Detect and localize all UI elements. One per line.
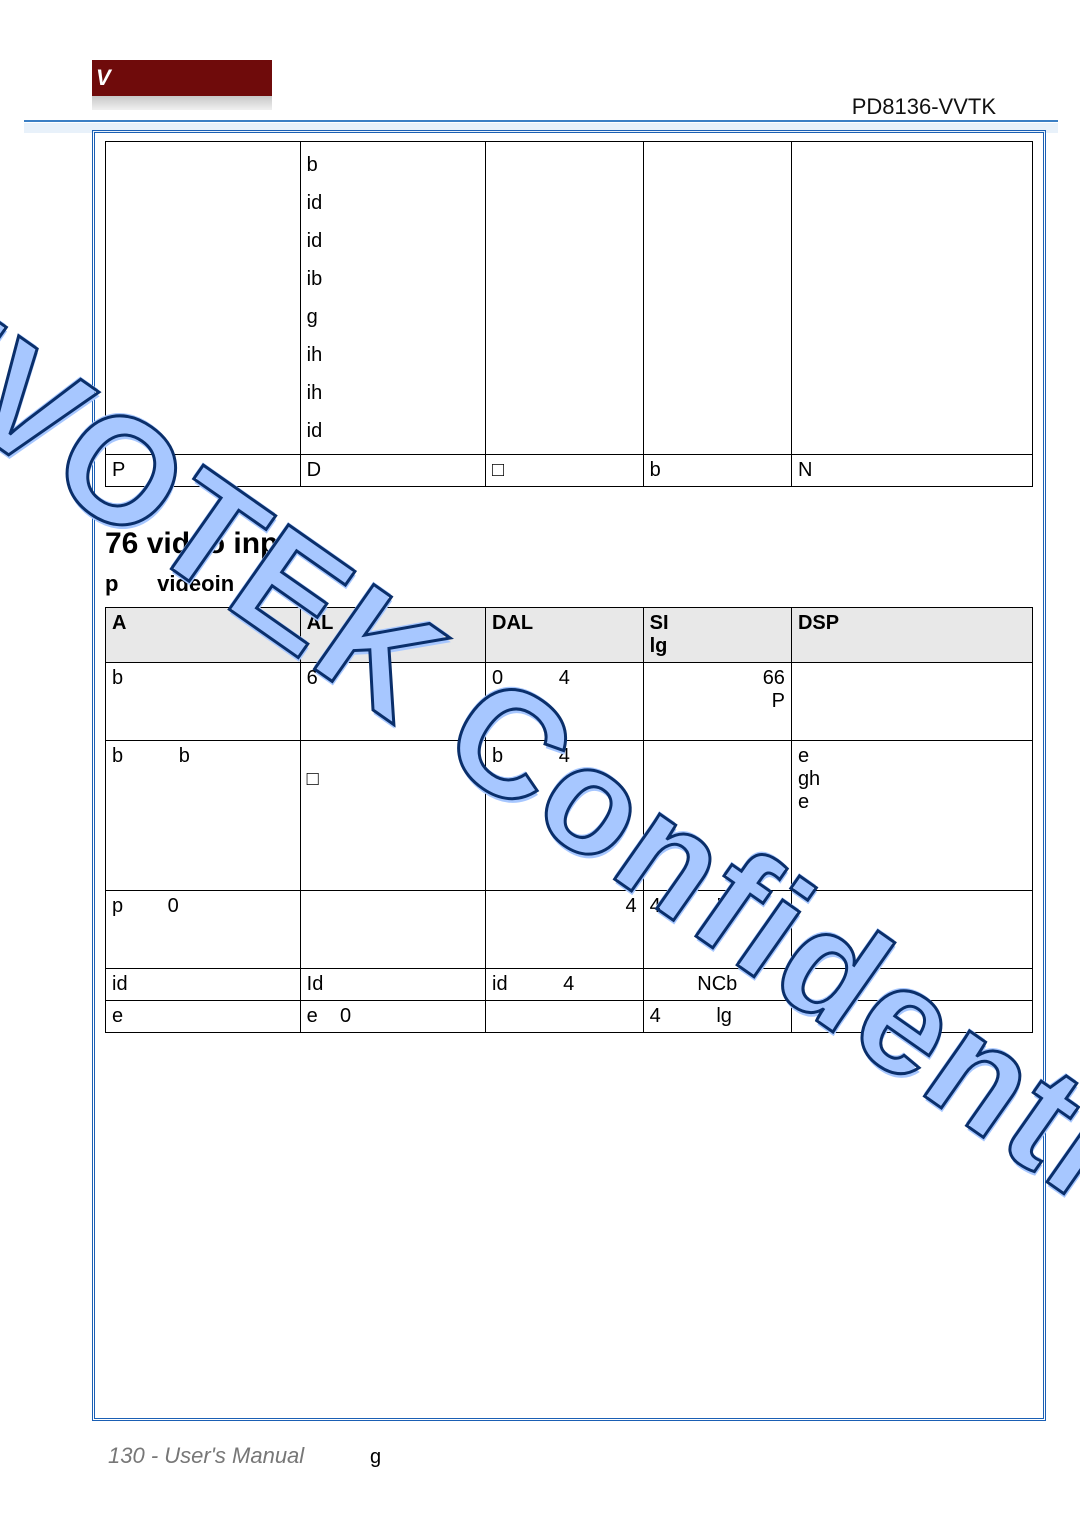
cell: bididibgihihid bbox=[300, 142, 485, 455]
cell: id 4 bbox=[486, 969, 644, 1001]
cell: e gh e bbox=[791, 741, 1032, 891]
section-heading: 76 video input bbox=[105, 527, 1033, 561]
cell bbox=[106, 142, 301, 455]
col-header: SI lg bbox=[643, 608, 791, 663]
content-frame: bididibgihihid P D □ b N 76 video input … bbox=[92, 130, 1046, 1421]
col-header: DSP bbox=[791, 608, 1032, 663]
footer-text: 130 - User's Manual bbox=[108, 1443, 304, 1469]
model-code: PD8136-VVTK bbox=[852, 94, 996, 120]
cell: □ bbox=[486, 455, 644, 487]
table-header-row: A AL DAL SI lg DSP bbox=[106, 608, 1033, 663]
table-row: e e 0 4 lg bbox=[106, 1001, 1033, 1033]
cell bbox=[643, 142, 791, 455]
header-rule bbox=[24, 120, 1058, 122]
table-top: bididibgihihid P D □ b N bbox=[105, 141, 1033, 487]
cell: P bbox=[106, 455, 301, 487]
cell bbox=[791, 1001, 1032, 1033]
table-row: p 0 4 4 P bbox=[106, 891, 1033, 969]
cell bbox=[791, 891, 1032, 969]
cell: Id bbox=[300, 969, 485, 1001]
cell: b b bbox=[106, 741, 301, 891]
cell: □ bbox=[300, 741, 485, 891]
brand-bar-shadow bbox=[92, 96, 272, 110]
cell bbox=[486, 142, 644, 455]
page-root: V PD8136-VVTK bididibgihihid P D □ b bbox=[0, 0, 1080, 1527]
cell: NCb bbox=[643, 969, 791, 1001]
table-row: id Id id 4 NCb bbox=[106, 969, 1033, 1001]
cell bbox=[643, 741, 791, 891]
cell: b 4 bbox=[486, 741, 644, 891]
cell bbox=[791, 969, 1032, 1001]
subgroup-name: videoin bbox=[157, 571, 234, 596]
cell: N bbox=[791, 455, 1032, 487]
table-row: b b □ b 4 e gh e bbox=[106, 741, 1033, 891]
content-area: bididibgihihid P D □ b N 76 video input … bbox=[95, 133, 1043, 1418]
cell: e bbox=[106, 1001, 301, 1033]
cell: 66 P bbox=[643, 663, 791, 741]
cell bbox=[300, 891, 485, 969]
subgroup-prefix: p bbox=[105, 571, 151, 597]
table-videoin: A AL DAL SI lg DSP b 6 0 4 66 P b b bbox=[105, 607, 1033, 1033]
cell: 0 4 bbox=[486, 663, 644, 741]
table-row: P D □ b N bbox=[106, 455, 1033, 487]
brand-bar: V bbox=[92, 60, 272, 96]
col-header: DAL bbox=[486, 608, 644, 663]
cell: e 0 bbox=[300, 1001, 485, 1033]
table-row: bididibgihihid bbox=[106, 142, 1033, 455]
cell: b bbox=[106, 663, 301, 741]
cell: 6 bbox=[300, 663, 485, 741]
footer-page-mark: g bbox=[370, 1446, 381, 1469]
col-header: A bbox=[106, 608, 301, 663]
cell: 4 P bbox=[643, 891, 791, 969]
table-row: b 6 0 4 66 P bbox=[106, 663, 1033, 741]
cell: id bbox=[106, 969, 301, 1001]
cell bbox=[791, 663, 1032, 741]
section-subgroup: p videoin bbox=[105, 571, 1033, 597]
cell: p 0 bbox=[106, 891, 301, 969]
cell: 4 lg bbox=[643, 1001, 791, 1033]
cell: 4 bbox=[486, 891, 644, 969]
cell: b bbox=[643, 455, 791, 487]
cell: D bbox=[300, 455, 485, 487]
cell bbox=[486, 1001, 644, 1033]
col-header: AL bbox=[300, 608, 485, 663]
brand-letter: V bbox=[96, 65, 111, 91]
cell bbox=[791, 142, 1032, 455]
